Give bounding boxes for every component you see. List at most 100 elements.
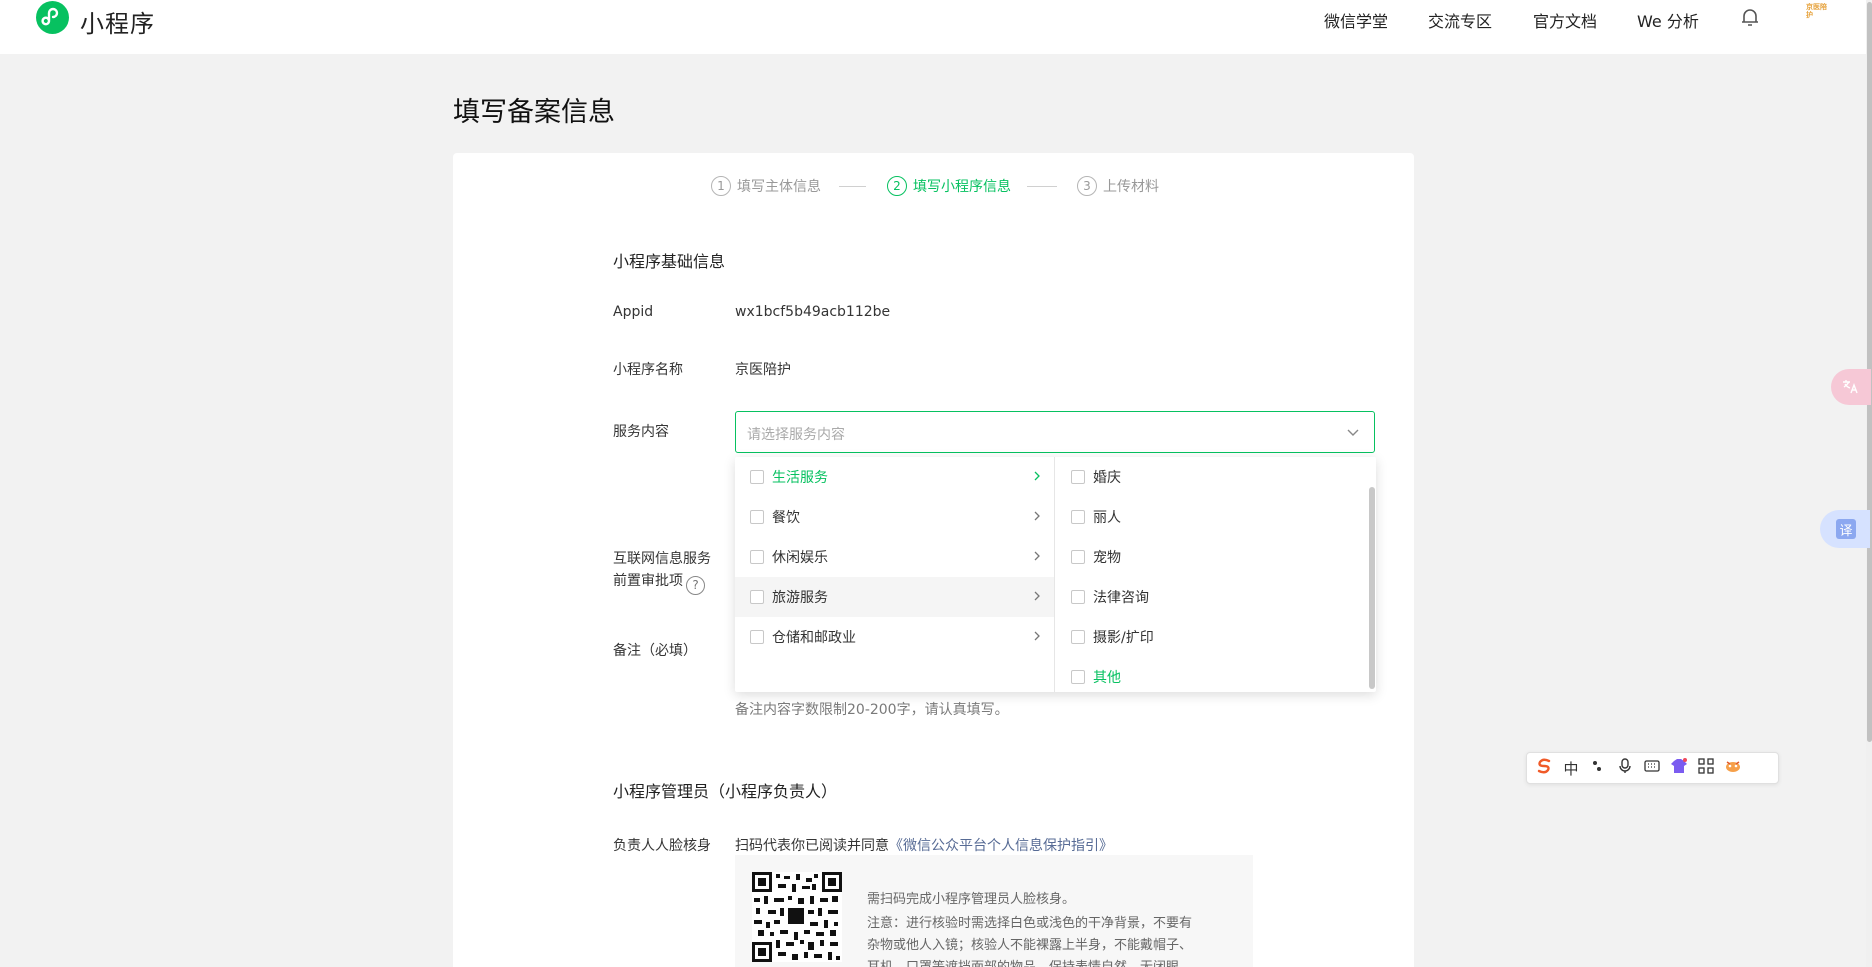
- subcategory-item-label: 摄影/扩印: [1093, 630, 1154, 646]
- category-column: 生活服务 餐饮 休闲娱乐 旅游服务 仓储和邮政业: [735, 457, 1055, 692]
- page-title: 填写备案信息: [453, 97, 615, 128]
- scan-tip: 需扫码完成小程序管理员人脸核身。: [867, 892, 1076, 907]
- notice-line-3: 耳机、口罩等遮挡面部的物品，保持表情自然，无闭眼、: [867, 956, 1192, 967]
- service-cascader-dropdown: 生活服务 餐饮 休闲娱乐 旅游服务 仓储和邮政业 婚庆 丽人 宠物 法律咨询 摄…: [735, 457, 1376, 692]
- step-connector: [839, 186, 866, 187]
- step-2: 2 填写小程序信息: [887, 176, 1011, 196]
- translate-sidebar-button[interactable]: 译: [1820, 510, 1870, 548]
- subcategory-item-label: 宠物: [1093, 550, 1121, 566]
- chevron-down-icon[interactable]: [1346, 425, 1360, 443]
- internet-service-label-text: 前置审批项: [613, 573, 683, 589]
- service-content-placeholder: 请选择服务内容: [747, 427, 845, 443]
- checkbox[interactable]: [1071, 630, 1085, 644]
- category-item-label: 旅游服务: [772, 590, 828, 606]
- category-item[interactable]: 旅游服务: [735, 577, 1054, 617]
- internet-service-label-line1: 互联网信息服务: [613, 551, 711, 567]
- category-item[interactable]: 休闲娱乐: [735, 537, 1054, 577]
- microphone-icon[interactable]: [1616, 758, 1634, 778]
- checkbox[interactable]: [750, 590, 764, 604]
- account-avatar[interactable]: 京医陪护: [1806, 3, 1830, 27]
- checkbox[interactable]: [750, 550, 764, 564]
- face-verification-label: 负责人人脸核身: [613, 838, 711, 854]
- mini-program-name-label: 小程序名称: [613, 362, 683, 378]
- step-3-label: 上传材料: [1103, 179, 1159, 195]
- top-navigation-bar: 小程序 微信学堂 交流专区 官方文档 We 分析 京医陪护: [0, 0, 1866, 54]
- input-method-toolbar: 中: [1526, 752, 1779, 784]
- category-item[interactable]: 仓储和邮政业: [735, 617, 1054, 657]
- chevron-right-icon: [1032, 470, 1042, 486]
- remark-label: 备注（必填）: [613, 643, 697, 659]
- category-item-label: 生活服务: [772, 470, 828, 486]
- brand-title[interactable]: 小程序: [80, 4, 155, 39]
- mini-program-name-value: 京医陪护: [735, 362, 791, 378]
- subcategory-item[interactable]: 法律咨询: [1056, 577, 1376, 617]
- checkbox[interactable]: [750, 510, 764, 524]
- nav-community[interactable]: 交流专区: [1428, 8, 1492, 32]
- step-1-number: 1: [711, 176, 731, 196]
- step-3: 3 上传材料: [1077, 176, 1159, 196]
- step-3-number: 3: [1077, 176, 1097, 196]
- chevron-right-icon: [1032, 590, 1042, 606]
- subcategory-item-label: 法律咨询: [1093, 590, 1149, 606]
- checkbox[interactable]: [750, 630, 764, 644]
- punctuation-icon[interactable]: [1589, 758, 1607, 778]
- step-connector: [1027, 186, 1057, 187]
- nav-official-docs[interactable]: 官方文档: [1533, 8, 1597, 32]
- notification-bell-icon[interactable]: [1739, 6, 1761, 32]
- sogou-logo-icon[interactable]: [1535, 757, 1553, 779]
- chevron-right-icon: [1032, 550, 1042, 566]
- checkbox[interactable]: [1071, 550, 1085, 564]
- category-item-label: 餐饮: [772, 510, 800, 526]
- translate-plugin-icon[interactable]: [1831, 369, 1871, 405]
- privacy-guide-link[interactable]: 《微信公众平台个人信息保护指引》: [889, 838, 1113, 854]
- admin-section-title: 小程序管理员（小程序负责人）: [613, 782, 838, 801]
- skin-shirt-icon[interactable]: [1670, 758, 1688, 778]
- translate-icon: 译: [1836, 519, 1856, 539]
- keyboard-icon[interactable]: [1643, 758, 1661, 778]
- service-content-select[interactable]: 请选择服务内容: [735, 411, 1375, 453]
- checkbox[interactable]: [1071, 670, 1085, 684]
- subcategory-item-label: 其他: [1093, 670, 1121, 686]
- subcategory-item[interactable]: 宠物: [1056, 537, 1376, 577]
- basic-info-section-title: 小程序基础信息: [613, 252, 726, 271]
- subcategory-item[interactable]: 婚庆: [1056, 457, 1376, 497]
- step-2-number: 2: [887, 176, 907, 196]
- subcategory-item[interactable]: 摄影/扩印: [1056, 617, 1376, 657]
- checkbox[interactable]: [1071, 590, 1085, 604]
- category-item[interactable]: 生活服务: [735, 457, 1054, 497]
- agreement-text: 扫码代表你已阅读并同意《微信公众平台个人信息保护指引》: [735, 835, 1113, 855]
- step-2-label: 填写小程序信息: [913, 179, 1011, 195]
- grid-menu-icon[interactable]: [1697, 758, 1715, 778]
- step-1-label: 填写主体信息: [737, 179, 821, 195]
- category-item-label: 休闲娱乐: [772, 550, 828, 566]
- checkbox[interactable]: [1071, 470, 1085, 484]
- agreement-prefix: 扫码代表你已阅读并同意: [735, 838, 889, 854]
- subcategory-item[interactable]: 丽人: [1056, 497, 1376, 537]
- ime-language-toggle[interactable]: 中: [1562, 758, 1580, 779]
- appid-value: wx1bcf5b49acb112be: [735, 304, 891, 320]
- qr-code: [752, 872, 842, 962]
- category-item[interactable]: 餐饮: [735, 497, 1054, 537]
- nav-we-analytics[interactable]: We 分析: [1637, 8, 1699, 32]
- notice-line-2: 杂物或他人入镜；核验人不能裸露上半身，不能戴帽子、: [867, 938, 1193, 953]
- checkbox[interactable]: [1071, 510, 1085, 524]
- remark-hint: 备注内容字数限制20-200字，请认真填写。: [735, 702, 1009, 718]
- step-1: 1 填写主体信息: [711, 176, 821, 196]
- category-item-label: 仓储和邮政业: [772, 630, 856, 646]
- subcategory-column[interactable]: 婚庆 丽人 宠物 法律咨询 摄影/扩印 其他: [1056, 457, 1376, 692]
- appid-label: Appid: [613, 304, 654, 320]
- chevron-right-icon: [1032, 510, 1042, 526]
- service-content-label: 服务内容: [613, 424, 669, 440]
- subcategory-item-label: 丽人: [1093, 510, 1121, 526]
- nav-weixin-school[interactable]: 微信学堂: [1324, 8, 1388, 32]
- subcategory-item-label: 婚庆: [1093, 470, 1121, 486]
- mini-program-logo-icon[interactable]: [36, 1, 69, 34]
- checkbox[interactable]: [750, 470, 764, 484]
- notice-line-1: 注意：进行核验时需选择白色或浅色的干净背景，不要有: [867, 916, 1193, 931]
- help-question-icon[interactable]: ?: [686, 575, 705, 595]
- dropdown-scrollbar[interactable]: [1369, 487, 1375, 689]
- chevron-right-icon: [1032, 630, 1042, 646]
- subcategory-item[interactable]: 其他: [1056, 657, 1376, 692]
- internet-service-label-line2: 前置审批项?: [613, 570, 705, 595]
- mascot-icon[interactable]: [1724, 758, 1742, 778]
